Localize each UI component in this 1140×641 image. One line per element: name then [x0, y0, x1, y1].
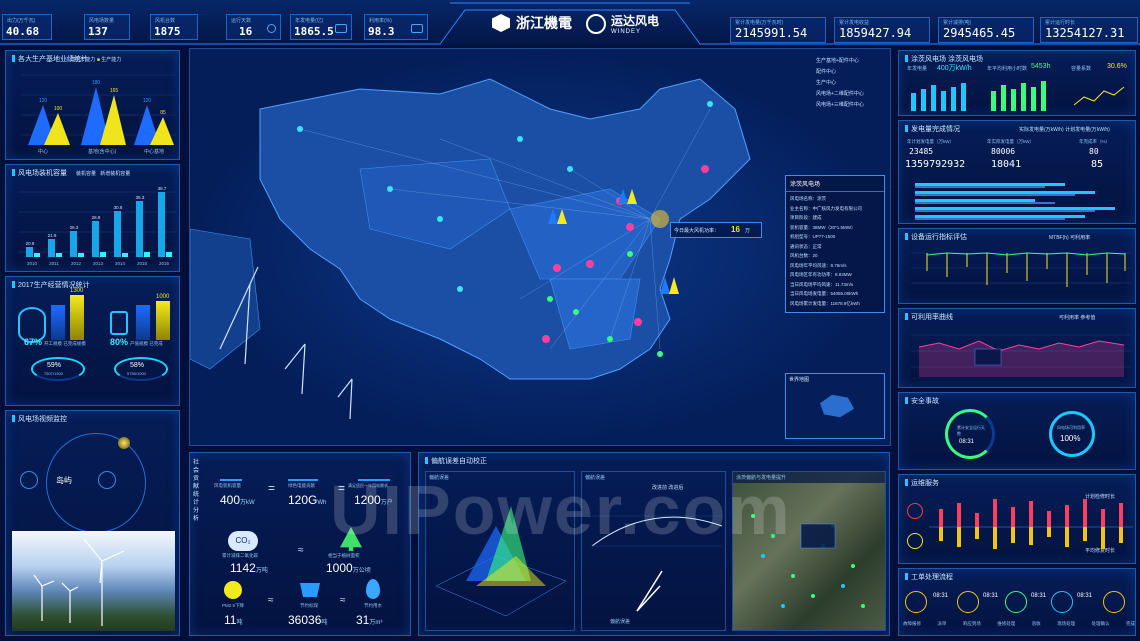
svg-text:30.8: 30.8 — [114, 205, 123, 210]
panel-safety: 安全事故 累计安全运行天数 08:31 风电场可利用率 100% — [898, 392, 1136, 470]
kpi-4: 运行天数 16 — [226, 14, 281, 40]
stat-green-energy: 120GWh — [288, 493, 327, 507]
kpi-total-energy: 累计发电量(万千瓦时) 2145991.54 — [730, 17, 826, 43]
turbine-icon — [335, 24, 347, 33]
progress-ring-right — [114, 357, 168, 381]
gauge-icon — [411, 24, 423, 33]
brand-left-logo-icon — [492, 14, 510, 32]
brand-right: 运达风电 WINDEY — [586, 12, 659, 35]
svg-text:2014: 2014 — [115, 261, 126, 266]
device-icon — [110, 311, 128, 335]
stat-water: 31万m³ — [356, 613, 383, 627]
kpi-2: 风电场数量 137 — [84, 14, 130, 40]
panel-yaw-correction: 偏航误差自动校正 偏航误差 偏航误差 改进前 改进后 偏航误差 涂茨偏航与发电量… — [418, 452, 890, 636]
turbine-stat-icon — [220, 461, 242, 481]
stat-installed: 400万kW — [220, 493, 255, 507]
panel-production-bases: 各大生产基地业绩统计 ■ 年生产能力 ■ 生产能力 120 100 180 16… — [5, 50, 180, 160]
map-popup: 今日最大风机功率： 16 万 — [670, 222, 762, 238]
bar-label-120a: 120 — [39, 98, 48, 104]
kpi-1: 出力(万千瓦) 40.68 — [2, 14, 52, 40]
kpi-total-reduction: 累计减排(吨) 2945465.45 — [938, 17, 1034, 43]
bar-label-120c: 120 — [143, 98, 152, 104]
flow-step-4[interactable] — [1051, 591, 1073, 613]
progress-ring-left — [31, 357, 85, 381]
panel-installed-capacity: 风电场装机容量 装机容量 新增装机容量 20.8 21.9 26.3 28.8 30.8… — [5, 164, 180, 272]
panel-wind-farm-summary: 涂茨风电场 涂茨风电场 年发电量 400万kW/h 年平均利用小时数 5453h… — [898, 50, 1136, 116]
world-minimap[interactable]: 世界地图 — [785, 373, 885, 439]
svg-text:2016: 2016 — [159, 261, 170, 266]
panel-om-service: 运维服务 计划检修时长 平均修复时长 — [898, 474, 1136, 564]
svg-text:35.3: 35.3 — [136, 195, 145, 200]
panel-workorder-flow: 工单处理流程 08:31 08:31 08:31 08:31 故障报修 派单 响应到… — [898, 568, 1136, 636]
stat-pm25: 11吨 — [224, 613, 243, 627]
yaw-curve-chart[interactable]: 偏航误差 改进前 改进后 偏航误差 — [581, 471, 726, 631]
svg-text:2012: 2012 — [71, 261, 82, 266]
svg-text:28.8: 28.8 — [92, 215, 101, 220]
flow-step-3[interactable] — [1005, 591, 1027, 613]
co2-cloud-icon: CO₂ — [228, 531, 258, 551]
stat-coal: 36036吨 — [288, 613, 328, 627]
houses-icon — [358, 461, 390, 481]
svg-text:2010: 2010 — [27, 261, 38, 266]
flow-step-2[interactable] — [957, 591, 979, 613]
capacity-chart: 20.8 21.9 26.3 28.8 30.8 35.3 38.7 2010 2011 201… — [18, 186, 176, 266]
sun-glow-icon — [118, 437, 130, 449]
camera-button-left[interactable] — [20, 471, 38, 489]
svg-text:2013: 2013 — [93, 261, 104, 266]
terrain-map[interactable]: 涂茨偏航与发电量提升 — [732, 471, 886, 631]
panel-equipment-index: 设备运行指标评估 MTBF(h) 可利用率 — [898, 228, 1136, 304]
svg-text:20.8: 20.8 — [26, 241, 35, 246]
brand-right-logo-icon — [586, 13, 606, 34]
svg-text:21.9: 21.9 — [48, 233, 57, 238]
brand-left: 浙江機電 — [492, 13, 572, 33]
svg-text:38.7: 38.7 — [158, 186, 167, 191]
yaw-3d-plot[interactable]: 偏航误差 — [425, 471, 575, 631]
sun-icon — [267, 24, 276, 33]
kpi-5: 年发电量(亿) 1865.5 — [290, 14, 352, 40]
panel-video-monitor: 风电场视频监控 岛屿 — [5, 410, 180, 636]
bar-label-180: 180 — [92, 80, 101, 86]
coal-cart-icon — [300, 583, 320, 597]
stat-households: 1200万户 — [354, 493, 393, 507]
panel-social-contribution: 社会贡献统计分析 风电装机容量 400万kW = 绿色电能贡献 120GWh =… — [189, 452, 411, 636]
stat-forest: 1000万公顷 — [326, 561, 371, 575]
bar-label-165: 165 — [110, 88, 119, 94]
battery-leaf-icon — [288, 461, 318, 481]
svg-text:2015: 2015 — [137, 261, 148, 266]
camera-button-right[interactable] — [98, 471, 116, 489]
water-drop-icon — [366, 579, 380, 599]
flow-step-5[interactable] — [1103, 591, 1125, 613]
map-legend[interactable]: 生产基地+配件中心 配件中心 生产中心 风电场+二维配件中心 风电场+三维配件中… — [816, 57, 886, 108]
location-label: 岛屿 — [56, 476, 72, 485]
kpi-total-income: 累计发电收益 1859427.94 — [834, 17, 930, 43]
panel-generation-completion: 发电量完成情况 实际发电量(万kW/h) 计划发电量(万kW/h) 年计划发电量… — [898, 120, 1136, 224]
stat-co2: 1142万吨 — [230, 561, 268, 575]
panel-availability-curve: 可利用率曲线 可利用率 参考值 — [898, 308, 1136, 388]
flow-step-1[interactable] — [905, 591, 927, 613]
pm25-icon — [224, 581, 242, 599]
china-map-area[interactable]: 生产基地+配件中心 配件中心 生产中心 风电场+二维配件中心 风电场+三维配件中… — [189, 48, 891, 446]
svg-text:2011: 2011 — [49, 261, 59, 266]
panel-2017-operations: 2017生产经营情况统计 67% 1300 开工规模 已完成规模 80% 100… — [5, 276, 180, 406]
video-feed[interactable] — [12, 531, 175, 631]
yaw-blade-icon — [636, 570, 663, 612]
bar-label-85: 85 — [160, 110, 166, 116]
tree-icon — [340, 527, 362, 551]
kpi-6: 利用率(%) 98.3 — [364, 14, 428, 40]
bar-label-100: 100 — [54, 106, 63, 112]
kpi-total-runtime: 累计运行时长 13254127.31 — [1040, 17, 1138, 43]
kpi-3: 风机台数 1875 — [150, 14, 198, 40]
wind-farm-info-card: 涂茨风电场 风电场名称：涂茨 业主名称：中广核风力发电有限公司 项目阶段：建成 装机容… — [785, 175, 885, 313]
svg-text:26.3: 26.3 — [70, 225, 79, 230]
